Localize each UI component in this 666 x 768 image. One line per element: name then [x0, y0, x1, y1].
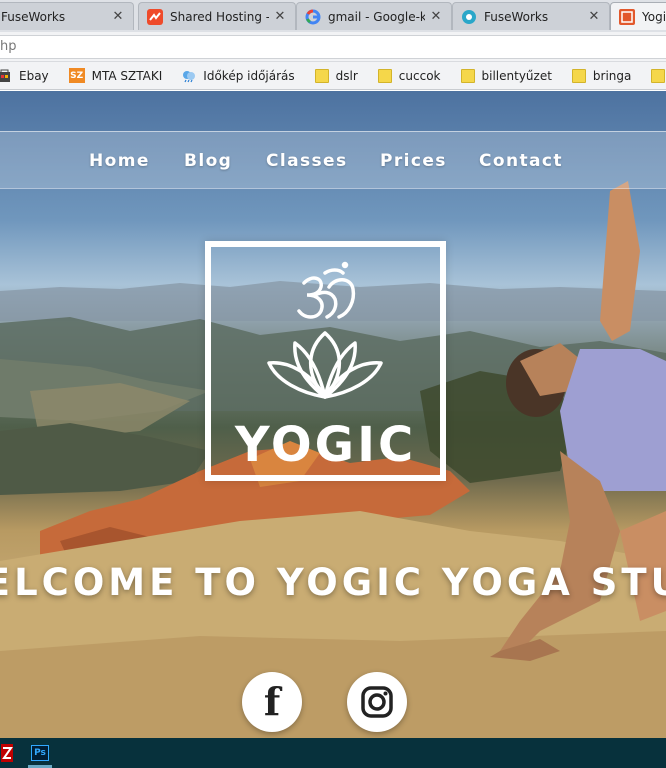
tab-fuseworks-2[interactable]: FuseWorks ✕ — [452, 2, 610, 30]
tab-title: Yogic — [642, 9, 666, 24]
tab-strip: FuseWorks ✕ Shared Hosting - N ✕ gmail -… — [0, 0, 666, 32]
browser-toolbar: hp — [0, 32, 666, 62]
instagram-icon — [361, 686, 393, 718]
bookmark-label: bringa — [592, 68, 632, 83]
close-icon[interactable]: ✕ — [429, 9, 443, 24]
tab-fuseworks-1[interactable]: FuseWorks ✕ — [0, 2, 134, 30]
sz-icon: SZ — [68, 68, 85, 83]
close-icon[interactable]: ✕ — [111, 9, 125, 24]
address-bar[interactable]: hp — [0, 35, 666, 59]
bookmark-folder-billentyuzet[interactable]: billentyűzet — [460, 68, 552, 83]
fuseworks-icon — [461, 9, 477, 25]
close-icon[interactable]: ✕ — [587, 9, 601, 24]
nav-home[interactable]: Home — [89, 151, 150, 171]
welcome-headline: WELCOME TO YOGIC YOGA STUDIO — [0, 561, 666, 604]
close-icon[interactable]: ✕ — [273, 9, 287, 24]
instagram-button[interactable] — [347, 672, 407, 732]
nav-contact[interactable]: Contact — [479, 151, 563, 171]
bookmark-folder-cuccok[interactable]: cuccok — [377, 68, 441, 83]
tab-gmail-search[interactable]: gmail - Google-ke ✕ — [296, 2, 452, 30]
nav-blog[interactable]: Blog — [184, 151, 232, 171]
tab-shared-hosting[interactable]: Shared Hosting - N ✕ — [138, 2, 296, 30]
bookmarks-bar: Ebay SZ MTA SZTAKI Időkép időjárás dslr … — [0, 62, 666, 90]
bookmark-folder-dslr[interactable]: dslr — [314, 68, 358, 83]
bookmark-ebay[interactable]: Ebay — [0, 69, 49, 83]
nav-prices[interactable]: Prices — [380, 151, 447, 171]
bookmark-mta-sztaki[interactable]: SZ MTA SZTAKI — [68, 68, 163, 83]
logo-wordmark: YOGIC — [234, 417, 417, 473]
tab-title: Shared Hosting - N — [170, 9, 269, 24]
bookmark-label: MTA SZTAKI — [91, 68, 163, 83]
bookmark-label: Időkép időjárás — [203, 68, 295, 83]
folder-icon — [314, 68, 329, 83]
bookmark-idokep[interactable]: Időkép időjárás — [182, 68, 295, 83]
os-taskbar: Ps — [0, 738, 666, 768]
photoshop-icon[interactable]: Ps — [28, 738, 52, 768]
bookmark-folder-bringa[interactable]: bringa — [571, 68, 632, 83]
folder-icon — [460, 68, 475, 83]
main-nav: Home Blog Classes Prices Contact — [0, 131, 666, 189]
nav-classes[interactable]: Classes — [266, 151, 347, 171]
folder-icon — [377, 68, 392, 83]
tab-title: FuseWorks — [1, 9, 66, 24]
facebook-icon: f — [263, 679, 281, 724]
bookmark-label: cuccok — [398, 68, 441, 83]
folder-icon — [651, 68, 666, 83]
photoshop-label: Ps — [31, 745, 49, 761]
tab-yogic-active[interactable]: Yogic — [610, 2, 666, 30]
bookmark-folder-bushcra[interactable]: bushcra — [651, 68, 666, 83]
bookmark-label: billentyűzet — [481, 68, 552, 83]
folder-icon — [571, 68, 586, 83]
tab-title: gmail - Google-ke — [328, 9, 425, 24]
yogic-logo[interactable]: YOGIC — [205, 241, 446, 481]
bookmark-label: Ebay — [19, 68, 49, 83]
google-icon — [305, 9, 321, 25]
yogic-icon — [619, 8, 635, 25]
hero-section: Home Blog Classes Prices Contact YOGIC L… — [0, 91, 666, 738]
filezilla-icon[interactable] — [0, 738, 14, 768]
ebay-icon — [0, 69, 12, 83]
weather-icon — [182, 69, 196, 83]
hosting-icon — [147, 8, 163, 25]
tab-title: FuseWorks — [484, 9, 549, 24]
facebook-button[interactable]: f — [242, 672, 302, 732]
bookmark-label: dslr — [335, 68, 358, 83]
